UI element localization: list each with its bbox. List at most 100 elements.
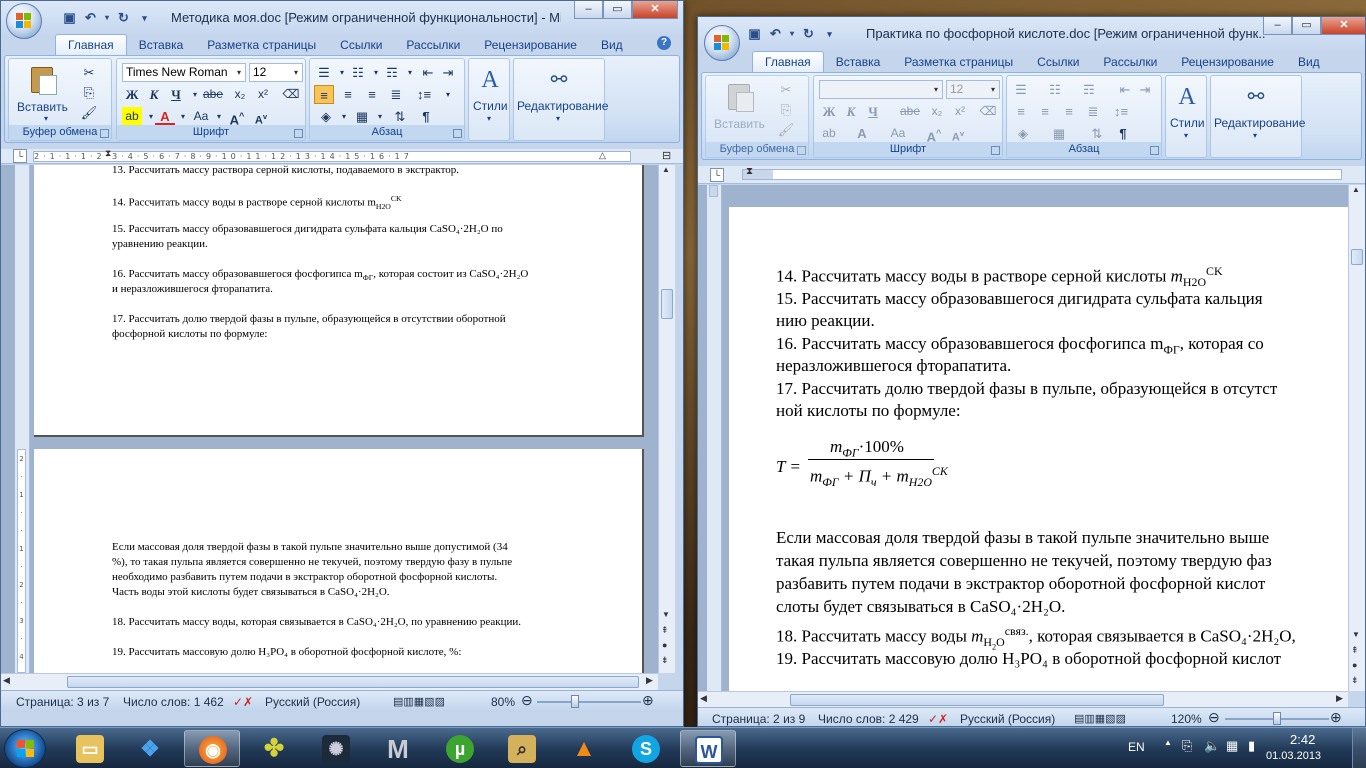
zoom-in-icon[interactable]: ⊕ [1330, 709, 1342, 726]
word-count[interactable]: Число слов: 1 462 [123, 695, 224, 709]
strikethrough-button[interactable]: abe [203, 85, 223, 104]
hscrollbar-thumb[interactable] [67, 676, 639, 688]
horizontal-scrollbar[interactable]: ◀ ▶ [1, 673, 658, 690]
taskbar-vlc[interactable]: ▲ [556, 730, 612, 767]
horizontal-scrollbar[interactable]: ◀ ▶ [698, 691, 1348, 708]
scrollbar-thumb[interactable] [1351, 249, 1363, 265]
shrink-font-icon[interactable]: Av [251, 107, 271, 127]
underline-button[interactable]: Ч [863, 102, 883, 121]
borders-icon[interactable]: ▦ [352, 107, 372, 126]
prev-page-icon[interactable]: ⇞ [661, 625, 669, 636]
close-button[interactable]: ✕ [632, 1, 678, 19]
select-browse-object-icon[interactable]: ● [662, 640, 667, 650]
change-case-icon[interactable]: Aa [888, 124, 908, 143]
paste-icon[interactable] [27, 63, 61, 97]
language-indicator[interactable]: EN [1128, 740, 1145, 754]
font-size-field[interactable]: 12 ▾ [249, 63, 303, 82]
font-launcher-icon[interactable] [294, 129, 303, 138]
language-indicator[interactable]: Русский (Россия) [265, 695, 360, 709]
line-spacing-icon[interactable]: ↕≡ [414, 85, 434, 104]
clock-time[interactable]: 2:42 [1290, 732, 1315, 747]
network-icon[interactable]: ▦ [1226, 738, 1238, 754]
bold-button[interactable]: Ж [819, 102, 839, 121]
tab-page-layout[interactable]: Разметка страницы [892, 52, 1025, 72]
paragraph-launcher-icon[interactable] [453, 129, 462, 138]
scroll-up-icon[interactable]: ▲ [1352, 185, 1360, 194]
show-hidden-icons-icon[interactable]: ▲ [1164, 738, 1172, 747]
editing-dropdown-icon[interactable]: ▾ [556, 114, 560, 123]
zoom-percent[interactable]: 120% [1171, 712, 1202, 726]
highlight-icon[interactable]: ab [819, 124, 839, 143]
tab-home[interactable]: Главная [752, 51, 824, 72]
bold-button[interactable]: Ж [122, 85, 142, 104]
qat-customize-icon[interactable]: ▾ [136, 10, 153, 26]
increase-indent-icon[interactable]: ⇥ [438, 63, 458, 82]
editing-button-label[interactable]: Редактирование [517, 99, 608, 113]
increase-indent-icon[interactable]: ⇥ [1135, 80, 1155, 99]
tab-mailings[interactable]: Рассылки [1091, 52, 1169, 72]
font-name-dropdown-icon[interactable]: ▾ [233, 64, 245, 81]
indent-marker-icon[interactable]: ⧗ [105, 148, 111, 159]
paste-icon[interactable] [724, 80, 758, 114]
shading-icon[interactable]: ◈ [1013, 124, 1033, 143]
taskbar-explorer[interactable]: ▭ [62, 730, 118, 767]
change-case-icon[interactable]: Aa [191, 107, 211, 126]
qat-customize-icon[interactable]: ▾ [821, 26, 838, 42]
hscrollbar-thumb[interactable] [790, 694, 1164, 706]
volume-icon[interactable]: 🔈 [1204, 738, 1220, 754]
tab-selector-icon[interactable]: └ [13, 149, 27, 163]
zoom-slider-knob[interactable] [1273, 712, 1281, 725]
line-spacing-icon[interactable]: ↕≡ [1111, 102, 1131, 121]
maximize-button[interactable]: ▭ [1292, 17, 1321, 35]
format-painter-icon[interactable]: 🖌 [79, 103, 99, 122]
taskbar-puzzle-app[interactable]: ✤ [246, 730, 302, 767]
undo-icon[interactable]: ↶ [82, 10, 99, 26]
tab-references[interactable]: Ссылки [1025, 52, 1091, 72]
show-desktop-button[interactable] [1352, 728, 1366, 768]
scrollbar-thumb[interactable] [661, 289, 673, 319]
next-page-icon[interactable]: ⇟ [661, 655, 669, 666]
taskbar-word[interactable]: W [680, 730, 736, 767]
taskbar-m-app[interactable]: M [370, 730, 426, 767]
scroll-down-icon[interactable]: ▼ [1352, 630, 1360, 639]
help-icon[interactable]: ? [657, 36, 671, 50]
underline-button[interactable]: Ч [166, 85, 186, 104]
tab-selector-icon[interactable]: └ [710, 168, 724, 182]
start-button[interactable] [4, 729, 46, 768]
align-center-icon[interactable]: ≡ [1035, 102, 1055, 121]
format-painter-icon[interactable]: 🖌 [776, 120, 796, 139]
undo-dropdown-icon[interactable]: ▾ [103, 10, 111, 26]
binoculars-icon[interactable]: ⚯ [542, 63, 576, 97]
justify-icon[interactable]: ≣ [386, 85, 406, 104]
minimize-button[interactable]: – [1263, 17, 1292, 35]
save-icon[interactable]: ▣ [746, 26, 763, 42]
zoom-in-icon[interactable]: ⊕ [642, 692, 654, 709]
font-launcher-icon[interactable] [991, 146, 1000, 155]
scroll-up-icon[interactable]: ▲ [662, 165, 670, 174]
tab-references[interactable]: Ссылки [328, 35, 394, 55]
copy-icon[interactable]: ⎘ [79, 83, 99, 102]
taskbar-search-app[interactable]: ⌕ [494, 730, 550, 767]
subscript-button[interactable]: x₂ [927, 102, 947, 121]
undo-icon[interactable]: ↶ [767, 26, 784, 42]
scroll-right-icon[interactable]: ▶ [646, 675, 653, 686]
italic-button[interactable]: К [841, 102, 861, 121]
undo-dropdown-icon[interactable]: ▾ [788, 26, 796, 42]
font-color-icon[interactable]: А [155, 107, 175, 126]
taskbar-utorrent[interactable]: µ [432, 730, 488, 767]
taskbar-skype[interactable]: S [618, 730, 674, 767]
superscript-button[interactable]: x² [253, 85, 273, 104]
taskbar-dropbox[interactable]: ❖ [122, 730, 178, 767]
spelling-icon[interactable]: ✓✗ [928, 712, 948, 726]
vertical-scrollbar[interactable]: ▲ ▼ ⇞ ● ⇟ [658, 165, 675, 673]
styles-button-label[interactable]: Стили [473, 99, 508, 113]
justify-icon[interactable]: ≣ [1083, 102, 1103, 121]
font-size-field[interactable]: 12 ▾ [946, 80, 1000, 99]
align-right-icon[interactable]: ≡ [362, 85, 382, 104]
highlight-icon[interactable]: ab [122, 107, 142, 126]
zoom-percent[interactable]: 80% [491, 695, 515, 709]
italic-button[interactable]: К [144, 85, 164, 104]
tab-mailings[interactable]: Рассылки [394, 35, 472, 55]
clear-format-icon[interactable]: ⌫ [281, 85, 301, 104]
zoom-out-icon[interactable]: ⊖ [1208, 709, 1220, 726]
